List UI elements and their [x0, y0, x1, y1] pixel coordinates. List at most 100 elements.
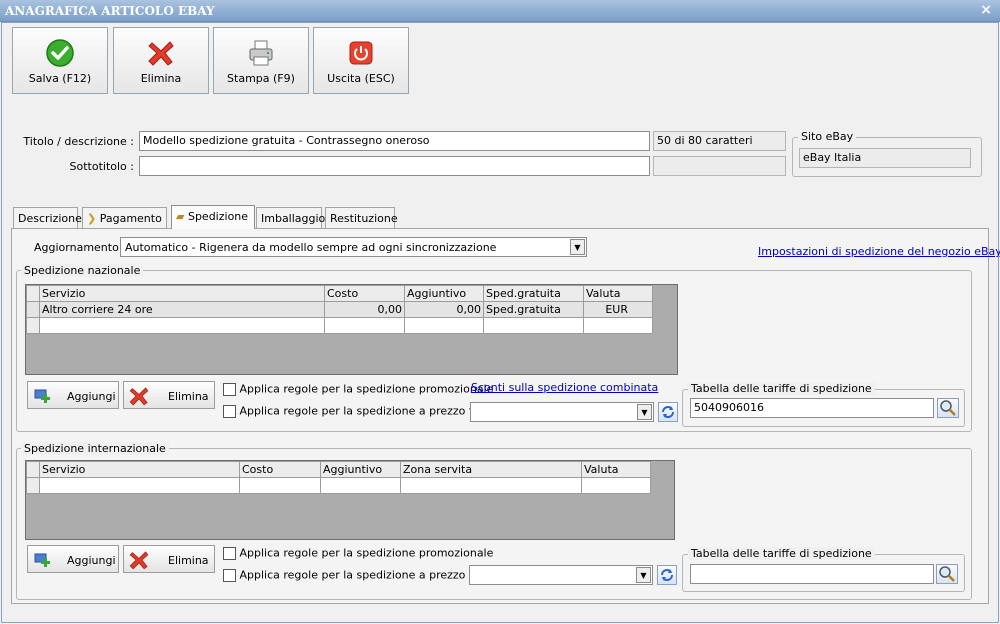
window-titlebar: ANAGRAFICA ARTICOLO EBAY × — [0, 0, 1000, 22]
tab-descrizione[interactable]: Descrizione — [13, 207, 82, 228]
subtitle-input[interactable] — [139, 156, 650, 176]
print-button-label: Stampa (F9) — [227, 72, 295, 85]
add-row-icon — [34, 553, 50, 567]
table-cell[interactable] — [404, 317, 484, 334]
chevron-down-icon[interactable]: ▼ — [636, 567, 651, 583]
delete-button[interactable]: Elimina — [113, 27, 209, 94]
national-rate-input[interactable]: 5040906016 — [690, 398, 934, 418]
tab-imballaggio[interactable]: Imballaggio — [256, 207, 326, 228]
national-grid[interactable]: Servizio Costo Aggiuntivo Sped.gratuita … — [25, 284, 678, 375]
refresh-button[interactable] — [657, 565, 677, 585]
column-header: Aggiuntivo — [320, 461, 401, 478]
column-header: Costo — [239, 461, 321, 478]
column-header: Zona servita — [400, 461, 582, 478]
printer-icon — [249, 40, 273, 66]
international-rate-input[interactable] — [690, 564, 934, 584]
chevron-down-icon[interactable]: ▼ — [570, 239, 585, 255]
refresh-icon — [662, 406, 674, 418]
international-discount-select[interactable]: ▼ — [469, 565, 653, 585]
table-cell[interactable] — [39, 317, 325, 334]
tab-pagamento[interactable]: ❯ Pagamento — [82, 207, 167, 228]
national-legend: Spedizione nazionale — [21, 264, 144, 277]
table-row[interactable]: Altro corriere 24 ore 0,00 0,00 Sped.gra… — [26, 301, 653, 318]
table-cell[interactable] — [583, 317, 653, 334]
international-add-button[interactable]: Aggiungi — [27, 545, 119, 573]
refresh-button[interactable] — [658, 402, 678, 422]
checkbox[interactable] — [223, 568, 236, 582]
table-cell[interactable] — [320, 477, 401, 494]
national-add-button[interactable]: Aggiungi — [27, 381, 119, 409]
table-cell[interactable] — [483, 317, 584, 334]
international-fixed-checkbox[interactable]: Applica regole per la spedizione a prezz… — [223, 568, 494, 582]
search-icon — [940, 400, 956, 416]
tab-label: Restituzione — [330, 212, 398, 225]
refresh-icon — [661, 569, 673, 581]
international-grid[interactable]: Servizio Costo Aggiuntivo Zona servita V… — [25, 460, 675, 540]
national-rate-search-button[interactable] — [937, 398, 959, 418]
payment-icon: ❯ — [87, 212, 97, 225]
store-shipping-link[interactable]: Impostazioni di spedizione del negozio e… — [758, 245, 1000, 258]
exit-button[interactable]: Uscita (ESC) — [313, 27, 409, 94]
checkbox-label: Applica regole per la spedizione promozi… — [239, 382, 494, 396]
table-cell[interactable]: 0,00 — [404, 301, 484, 318]
international-delete-button[interactable]: Elimina — [123, 545, 215, 573]
national-discount-select[interactable]: ▼ — [470, 402, 654, 422]
table-row[interactable] — [26, 317, 653, 334]
international-rate-legend: Tabella delle tariffe di spedizione — [688, 547, 875, 560]
search-icon — [939, 566, 955, 582]
tab-label: Spedizione — [187, 210, 249, 223]
power-icon — [349, 41, 373, 65]
save-button[interactable]: Salva (F12) — [12, 27, 108, 94]
combined-discount-link[interactable]: Sconti sulla spedizione combinata — [471, 381, 658, 394]
table-cell[interactable] — [324, 317, 405, 334]
exit-button-label: Uscita (ESC) — [327, 72, 395, 85]
column-header: Sped.gratuita — [483, 285, 584, 302]
table-cell[interactable] — [400, 477, 582, 494]
delete-button-label: Elimina — [168, 390, 209, 403]
national-fixed-checkbox[interactable]: Applica regole per la spedizione a prezz… — [223, 404, 494, 418]
checkmark-icon — [46, 39, 74, 67]
international-rate-search-button[interactable] — [936, 564, 958, 584]
tab-spedizione[interactable]: ▰ Spedizione — [171, 205, 255, 229]
print-button[interactable]: Stampa (F9) — [213, 27, 309, 94]
table-cell[interactable] — [39, 477, 240, 494]
title-label: Titolo / descrizione : — [23, 135, 134, 148]
shipping-box-icon: ▰ — [176, 210, 185, 223]
international-table: Servizio Costo Aggiuntivo Zona servita V… — [26, 461, 651, 494]
checkbox[interactable] — [223, 404, 236, 418]
national-delete-button[interactable]: Elimina — [123, 381, 215, 409]
international-promo-checkbox[interactable]: Applica regole per la spedizione promozi… — [223, 546, 493, 560]
site-value: eBay Italia — [799, 148, 971, 168]
title-input[interactable]: Modello spedizione gratuita - Contrasseg… — [139, 131, 650, 151]
save-button-label: Salva (F12) — [28, 72, 92, 85]
table-cell[interactable] — [581, 477, 651, 494]
table-header: Servizio Costo Aggiuntivo Zona servita V… — [26, 461, 651, 478]
table-cell[interactable]: Altro corriere 24 ore — [39, 301, 325, 318]
column-header: Costo — [324, 285, 405, 302]
chevron-down-icon[interactable]: ▼ — [637, 404, 652, 420]
update-label: Aggiornamento : — [34, 241, 127, 254]
red-x-icon — [129, 551, 149, 570]
close-icon[interactable]: × — [980, 2, 992, 18]
table-row[interactable] — [26, 477, 651, 494]
table-cell[interactable]: Sped.gratuita — [483, 301, 584, 318]
table-cell[interactable]: 0,00 — [324, 301, 405, 318]
table-cell[interactable] — [239, 477, 321, 494]
column-header: Valuta — [581, 461, 651, 478]
update-select-value: Automatico - Rigenera da modello sempre … — [125, 241, 497, 254]
update-select[interactable]: Automatico - Rigenera da modello sempre … — [120, 237, 587, 257]
delete-button-label: Elimina — [140, 72, 182, 85]
red-x-icon — [148, 41, 174, 66]
checkbox[interactable] — [223, 546, 236, 560]
national-promo-checkbox[interactable]: Applica regole per la spedizione promozi… — [223, 382, 493, 396]
national-rate-legend: Tabella delle tariffe di spedizione — [688, 382, 875, 395]
checkbox[interactable] — [223, 382, 236, 396]
table-cell[interactable]: EUR — [583, 301, 653, 318]
tab-label: Descrizione — [18, 212, 82, 225]
column-header: Servizio — [39, 285, 325, 302]
add-row-icon — [34, 389, 50, 403]
tab-label: Imballaggio — [261, 212, 326, 225]
national-table: Servizio Costo Aggiuntivo Sped.gratuita … — [26, 285, 653, 334]
tab-restituzione[interactable]: Restituzione — [325, 207, 398, 228]
char-count: 50 di 80 caratteri — [653, 131, 786, 151]
